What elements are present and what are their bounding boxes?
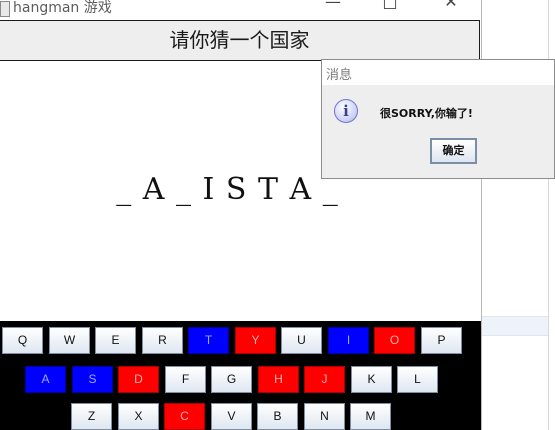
maximize-button[interactable]: □ [370,0,410,14]
key-d[interactable]: D [118,366,159,393]
keyboard-panel: QWERTYUIOP ASDFGHJKL ZXCVBNM [0,321,481,430]
prompt-bar: 请你猜一个国家 [0,20,480,61]
key-e[interactable]: E [95,327,136,354]
key-m[interactable]: M [350,403,391,430]
dialog-title: 消息 [326,68,353,83]
key-b[interactable]: B [257,403,298,430]
background-selected-row [482,316,548,336]
key-t[interactable]: T [188,327,229,354]
window-titlebar[interactable]: hangman 游戏 — □ ✕ [0,0,481,19]
key-n[interactable]: N [304,403,345,430]
key-w[interactable]: W [49,327,90,354]
message-dialog: 消息 i 很SORRY,你输了! 确定 [321,59,555,179]
key-c[interactable]: C [164,403,205,430]
key-s[interactable]: S [72,366,113,393]
key-a[interactable]: A [25,366,66,393]
key-j[interactable]: J [304,366,345,393]
key-u[interactable]: U [281,327,322,354]
ok-button[interactable]: 确定 [430,138,477,164]
key-q[interactable]: Q [2,327,43,354]
key-p[interactable]: P [421,327,462,354]
close-button[interactable]: ✕ [431,0,471,14]
key-y[interactable]: Y [235,327,276,354]
key-f[interactable]: F [165,366,206,393]
java-app-icon [0,1,10,17]
key-x[interactable]: X [118,403,159,430]
key-k[interactable]: K [351,366,392,393]
key-z[interactable]: Z [71,403,112,430]
key-v[interactable]: V [211,403,252,430]
key-o[interactable]: O [374,327,415,354]
minimize-button[interactable]: — [313,0,353,14]
key-i[interactable]: I [328,327,369,354]
key-h[interactable]: H [258,366,299,393]
window-title: hangman 游戏 [13,0,112,16]
dialog-titlebar[interactable]: 消息 [322,60,554,85]
dialog-message: 很SORRY,你输了! [380,107,473,120]
key-g[interactable]: G [211,366,252,393]
info-icon: i [334,99,358,123]
key-l[interactable]: L [397,366,438,393]
prompt-text: 请你猜一个国家 [169,28,310,52]
key-r[interactable]: R [142,327,183,354]
